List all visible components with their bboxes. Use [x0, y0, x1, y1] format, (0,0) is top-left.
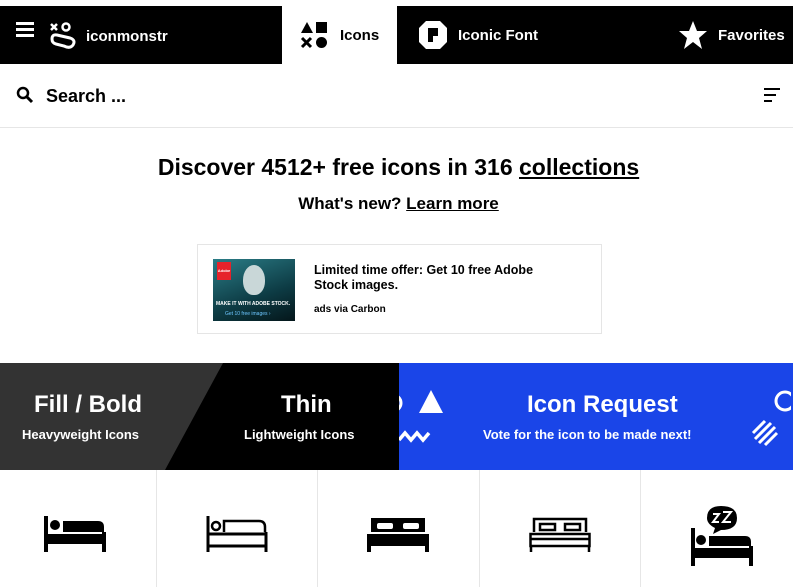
- ad-image-cta: Get 10 free images ›: [225, 311, 271, 317]
- learn-more-link[interactable]: Learn more: [406, 194, 499, 213]
- bed-fill-icon: [44, 516, 106, 552]
- brand-name: iconmonstr: [86, 27, 168, 45]
- sleep-zz-icon: [691, 506, 753, 566]
- whats-new: What's new? Learn more: [0, 194, 793, 214]
- tab-icons[interactable]: Icons: [282, 6, 397, 64]
- top-navigation: iconmonstr Icons Iconic Font Favorites: [0, 0, 793, 64]
- shapes-icon: [300, 22, 327, 49]
- iconmonstr-logo-icon: [50, 22, 76, 49]
- icon-tile[interactable]: [0, 470, 157, 587]
- iconic-font-icon: [419, 21, 447, 49]
- tab-iconic-font-label: Iconic Font: [458, 26, 538, 44]
- tab-favorites[interactable]: Favorites: [678, 6, 785, 64]
- icon-request-banner[interactable]: Icon Request Vote for the icon to be mad…: [399, 363, 793, 470]
- ad-text[interactable]: Limited time offer: Get 10 free Adobe St…: [314, 263, 534, 293]
- adobe-logo: Adobe: [217, 262, 231, 280]
- star-icon: [679, 21, 707, 49]
- ad-image-tagline: MAKE IT WITH ADOBE STOCK.: [216, 301, 291, 307]
- thin-title: Thin: [281, 391, 332, 418]
- headline-text: Discover 4512+ free icons in 316: [157, 154, 520, 180]
- decorative-shapes-icon: [399, 390, 443, 443]
- thin-subtitle: Lightweight Icons: [244, 427, 355, 442]
- filter-sort-icon[interactable]: [764, 88, 780, 106]
- tab-iconic-font[interactable]: Iconic Font: [418, 6, 538, 64]
- icon-tile[interactable]: [157, 470, 318, 587]
- bed-thin-icon: [206, 516, 268, 552]
- collections-link[interactable]: collections: [519, 154, 639, 180]
- icon-request-subtitle: Vote for the icon to be made next!: [483, 427, 692, 442]
- double-bed-thin-icon: [529, 517, 591, 552]
- collection-banners: Fill / Bold Heavyweight Icons Thin Light…: [0, 363, 793, 470]
- hamburger-menu-icon[interactable]: [16, 22, 34, 38]
- icon-tile[interactable]: [318, 470, 480, 587]
- icon-grid: [0, 470, 793, 587]
- tab-icons-label: Icons: [340, 26, 380, 44]
- search-bar: [0, 64, 793, 128]
- double-bed-fill-icon: [367, 518, 429, 552]
- search-icon[interactable]: [16, 86, 34, 104]
- ad-image[interactable]: Adobe MAKE IT WITH ADOBE STOCK. Get 10 f…: [213, 259, 295, 321]
- fill-bold-subtitle: Heavyweight Icons: [22, 427, 140, 442]
- decorative-lines-icon: [751, 390, 791, 447]
- search-input[interactable]: [46, 82, 646, 110]
- icon-tile[interactable]: [480, 470, 641, 587]
- brand-logo[interactable]: iconmonstr: [48, 16, 168, 56]
- icon-tile[interactable]: [641, 470, 793, 587]
- icon-request-title: Icon Request: [527, 391, 678, 418]
- ad-via-carbon[interactable]: ads via Carbon: [314, 304, 386, 315]
- whats-new-text: What's new?: [298, 194, 407, 213]
- tab-favorites-label: Favorites: [718, 26, 785, 44]
- carbon-ad[interactable]: Adobe MAKE IT WITH ADOBE STOCK. Get 10 f…: [197, 244, 602, 334]
- page-headline: Discover 4512+ free icons in 316 collect…: [0, 154, 793, 181]
- fill-bold-title: Fill / Bold: [34, 391, 142, 418]
- ad-image-portrait: [243, 265, 265, 295]
